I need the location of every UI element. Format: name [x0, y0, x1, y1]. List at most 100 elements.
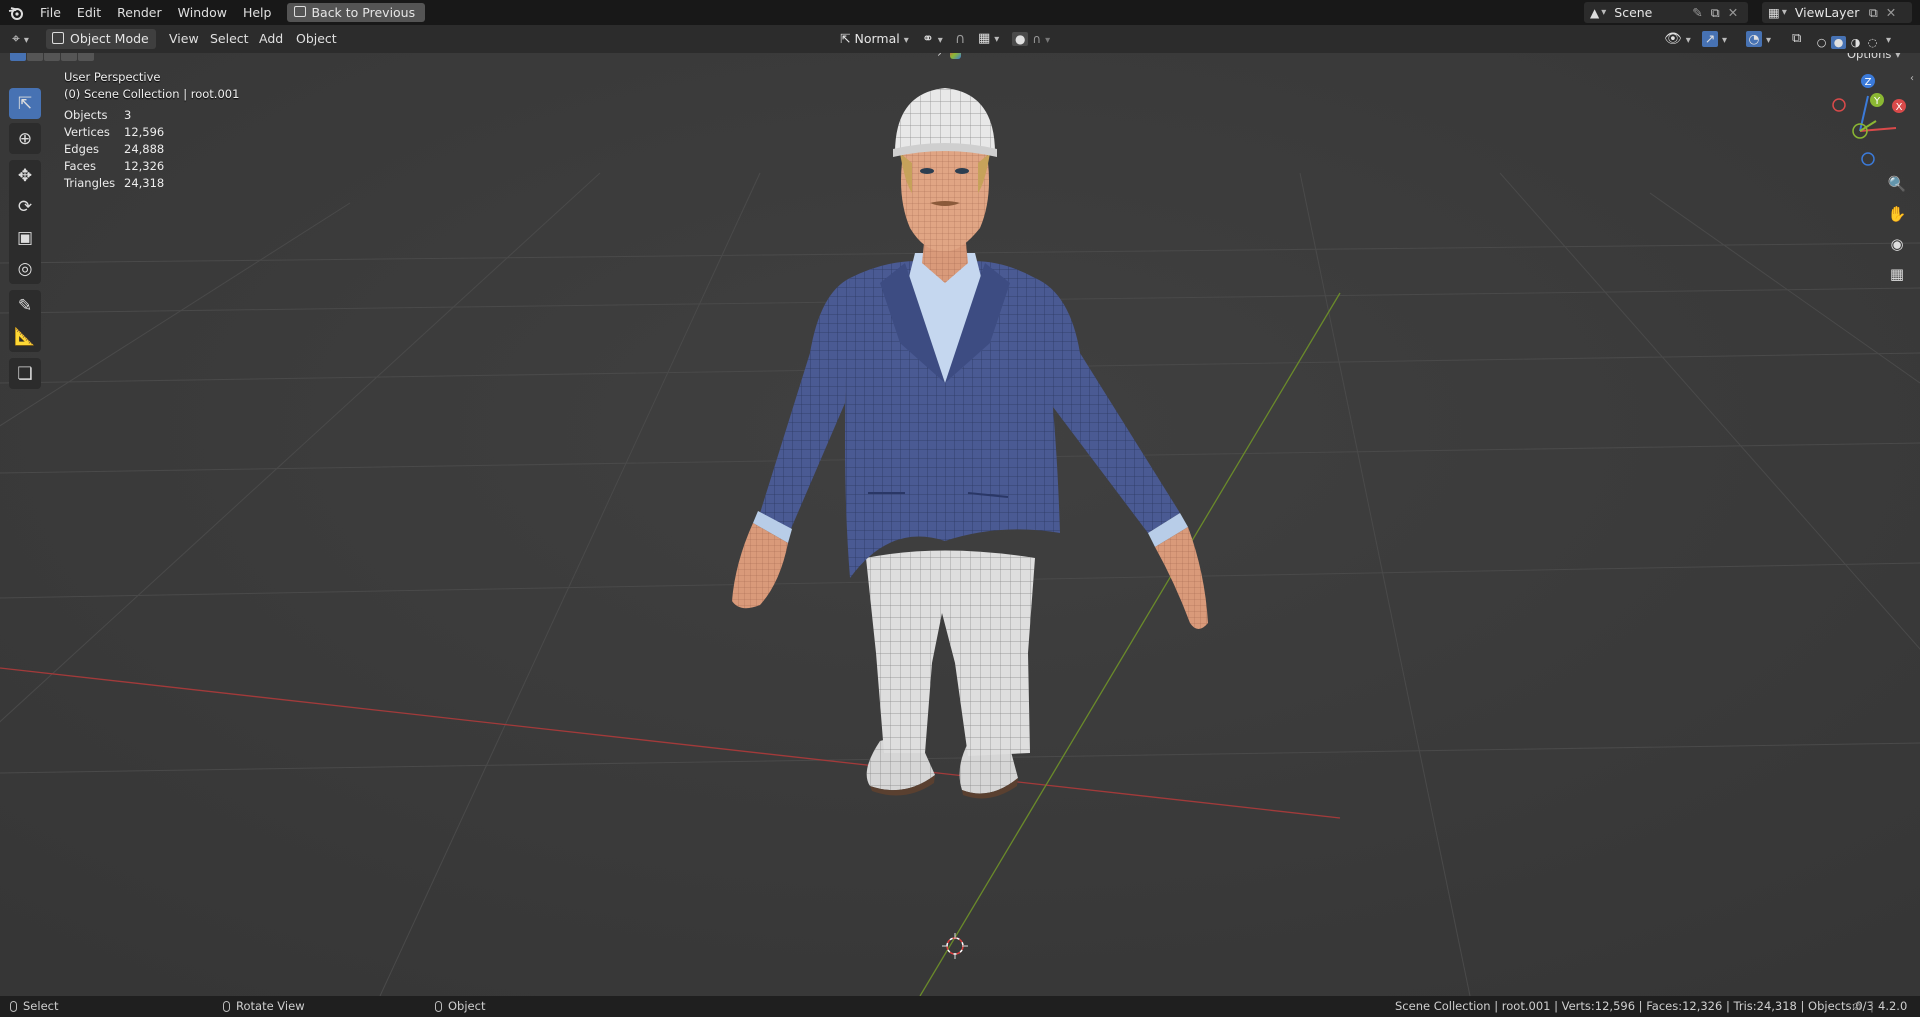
menu-add[interactable]: Add: [259, 25, 283, 53]
wireframe-shading-icon[interactable]: ○: [1814, 36, 1829, 49]
chevron-down-icon: ▾: [1685, 35, 1691, 46]
pivot-point-button[interactable]: ⚭ ▾: [922, 25, 943, 53]
header-collapse-icon[interactable]: ›: [937, 53, 942, 60]
pin-icon[interactable]: ✎: [1692, 5, 1702, 20]
stat-label: Triangles: [64, 176, 116, 190]
snap-icon: ▦: [978, 31, 991, 46]
menu-window[interactable]: Window: [170, 0, 235, 25]
tool-shelf: ⇱ ⊕ ✥ ⟳ ▣ ◎ ✎ 📐 ❏: [9, 88, 47, 393]
select-box-tool[interactable]: ⇱: [9, 88, 41, 119]
object-mode-icon: [52, 32, 64, 44]
editor-type-icon: ⌖: [12, 31, 20, 47]
rendered-shading-icon[interactable]: ◌: [1865, 36, 1880, 49]
stat-value: 24,888: [124, 142, 165, 156]
status-scene-info: Scene Collection | root.001 | Verts:12,5…: [1395, 999, 1874, 1013]
transform-tool[interactable]: ◎: [9, 253, 41, 284]
gizmo-toggle[interactable]: ↗ ▾: [1702, 25, 1727, 53]
camera-view-button[interactable]: ◉: [1883, 230, 1911, 258]
menu-edit[interactable]: Edit: [69, 0, 109, 25]
3d-viewport[interactable]: Z X Y › Options ▾ ‹ User Perspective (0) …: [0, 53, 1920, 996]
blender-logo-icon[interactable]: [8, 5, 24, 21]
mode-label: Object Mode: [70, 31, 149, 46]
measure-tool[interactable]: 📐: [9, 321, 41, 352]
stat-value: 24,318: [124, 176, 165, 190]
status-object-label: Object: [448, 999, 486, 1013]
annotate-tool[interactable]: ✎: [9, 290, 41, 321]
viewport-header: ⌖▾ Object Mode▾ View Select Add Object ⇱…: [0, 25, 1920, 66]
select-intersect-icon[interactable]: [78, 53, 94, 61]
options-dropdown[interactable]: Options ▾: [1847, 53, 1900, 63]
close-icon[interactable]: ✕: [1886, 5, 1896, 20]
chevron-down-icon: ▾: [1722, 35, 1728, 46]
proportional-edit-button[interactable]: ● ∩ ▾: [1012, 25, 1050, 53]
asset-shelf-icon[interactable]: [950, 53, 961, 59]
close-icon[interactable]: ✕: [1728, 5, 1738, 20]
menu-object[interactable]: Object: [296, 25, 337, 53]
stat-label: Edges: [64, 142, 99, 156]
select-extend-icon[interactable]: [27, 53, 43, 61]
eye-icon: 👁: [1664, 31, 1682, 47]
chevron-down-icon: ▾: [23, 35, 29, 46]
collection-info: (0) Scene Collection | root.001: [64, 87, 240, 101]
overlay-toggle[interactable]: ◔ ▾: [1746, 25, 1771, 53]
menu-help[interactable]: Help: [235, 0, 280, 25]
select-new-icon[interactable]: [10, 53, 26, 61]
annotate-icon: ✎: [17, 295, 33, 316]
menu-view[interactable]: View: [169, 25, 199, 53]
selection-mode-group: [10, 53, 94, 61]
add-cube-tool[interactable]: ❏: [9, 358, 41, 389]
scene-render: Z X Y: [0, 53, 1920, 996]
top-menu-bar: File Edit Render Window Help Back to Pre…: [0, 0, 1920, 25]
hand-icon: ✋: [1887, 205, 1907, 223]
rotate-tool[interactable]: ⟳: [9, 191, 41, 222]
snap-target-button[interactable]: ▦ ▾: [978, 25, 999, 53]
scale-tool[interactable]: ▣: [9, 222, 41, 253]
viewlayer-icon: ▦: [1768, 5, 1780, 20]
move-icon: ✥: [17, 165, 33, 186]
status-rotate-hint: Rotate View: [223, 996, 305, 1017]
xray-icon: ⧉: [1792, 31, 1802, 46]
menu-select[interactable]: Select: [210, 25, 249, 53]
back-to-previous-button[interactable]: Back to Previous: [287, 3, 426, 22]
scene-selector[interactable]: ▲ ▾ Scene ✎ ⧉ ✕: [1584, 2, 1748, 23]
stats-faces: Faces 12,326: [64, 159, 164, 173]
status-select-label: Select: [23, 999, 59, 1013]
stats-edges: Edges 24,888: [64, 142, 164, 156]
separator: |: [1870, 999, 1874, 1013]
scene-icon: ▲: [1590, 5, 1600, 20]
material-shading-icon[interactable]: ◑: [1848, 36, 1863, 49]
zoom-button[interactable]: 🔍: [1883, 170, 1911, 198]
duplicate-layer-icon[interactable]: ⧉: [1869, 5, 1878, 21]
status-select-hint: Select: [10, 996, 58, 1017]
snap-toggle[interactable]: ∩: [955, 25, 965, 53]
solid-shading-icon[interactable]: ●: [1831, 36, 1846, 49]
falloff-icon: ∩: [1032, 32, 1042, 46]
sidebar-toggle-icon[interactable]: ‹: [1910, 73, 1914, 84]
editor-type-button[interactable]: ⌖ ▾: [12, 25, 29, 53]
viewlayer-selector[interactable]: ▦ ▾ ViewLayer ⧉ ✕: [1762, 2, 1912, 23]
duplicate-scene-icon[interactable]: ⧉: [1711, 5, 1720, 21]
stat-label: Objects: [64, 108, 108, 122]
pan-button[interactable]: ✋: [1883, 200, 1911, 228]
menu-render[interactable]: Render: [109, 0, 170, 25]
viewlayer-name: ViewLayer: [1794, 5, 1860, 20]
chevron-down-icon: ▾: [937, 35, 943, 46]
move-tool[interactable]: ✥: [9, 160, 41, 191]
chevron-down-icon: ▾: [1886, 35, 1892, 46]
stat-label: Faces: [64, 159, 96, 173]
select-invert-icon[interactable]: [61, 53, 77, 61]
back-to-previous-label: Back to Previous: [311, 5, 416, 20]
y-axis-label: Y: [1873, 96, 1881, 107]
ortho-toggle-button[interactable]: ▦: [1883, 260, 1911, 288]
transform-orientation-dropdown[interactable]: ⇱ Normal ▾: [836, 29, 914, 49]
menu-file[interactable]: File: [32, 0, 69, 25]
mode-dropdown[interactable]: Object Mode▾: [46, 29, 156, 66]
camera-icon: ◉: [1890, 235, 1904, 253]
shading-modes[interactable]: ○ ● ◑ ◌ ▾: [1814, 25, 1891, 53]
stat-value: 3: [124, 108, 132, 122]
stats-triangles: Triangles 24,318: [64, 176, 164, 190]
cursor-tool[interactable]: ⊕: [9, 123, 41, 154]
select-subtract-icon[interactable]: [44, 53, 60, 61]
visibility-button[interactable]: 👁 ▾: [1664, 25, 1691, 53]
xray-toggle[interactable]: ⧉: [1792, 25, 1801, 53]
